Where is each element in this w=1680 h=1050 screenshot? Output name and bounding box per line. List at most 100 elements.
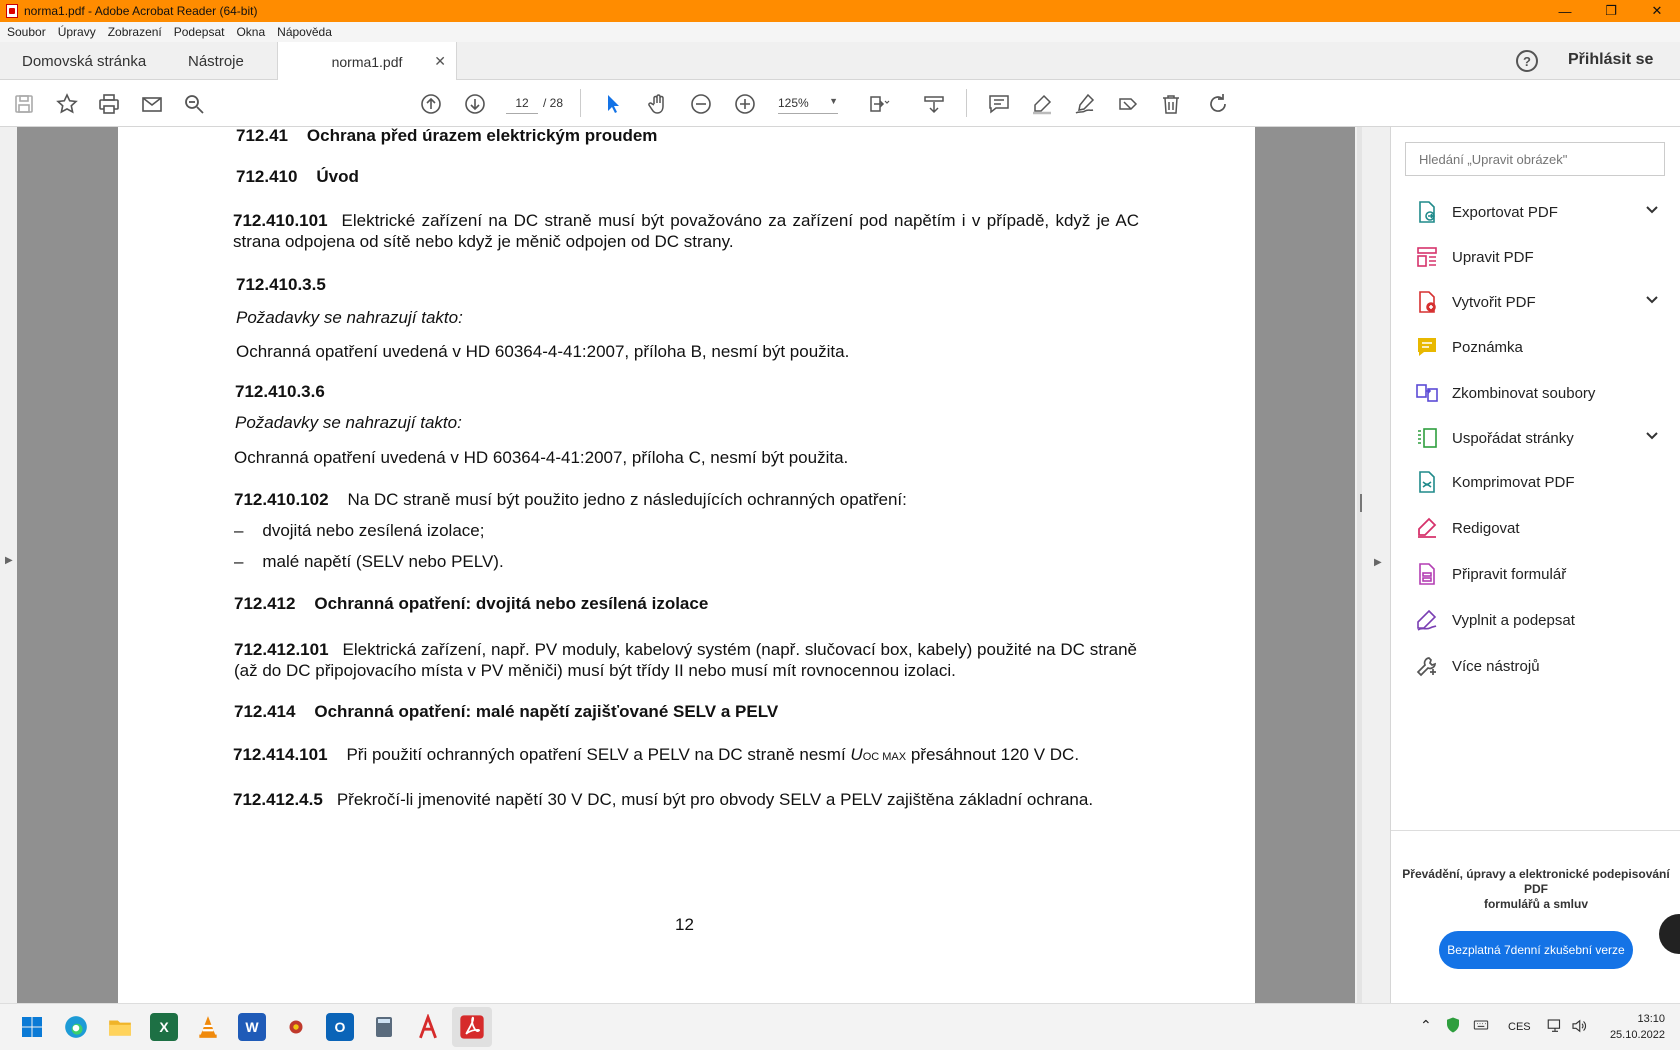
- tool-organize-pages[interactable]: Uspořádat stránky: [1415, 423, 1665, 453]
- tab-document-label: norma1.pdf: [331, 53, 403, 70]
- left-pane-toggle[interactable]: ▶: [0, 127, 17, 1003]
- collapse-panel-button[interactable]: [1659, 914, 1680, 954]
- create-pdf-icon: [1419, 291, 1436, 313]
- tab-tools[interactable]: Nástroje: [188, 42, 244, 80]
- tray-chevron-up-icon[interactable]: ⌃: [1420, 1017, 1432, 1034]
- panel-divider: [1391, 830, 1680, 831]
- tools-search-input[interactable]: [1405, 142, 1665, 176]
- security-shield-icon[interactable]: [1444, 1016, 1462, 1037]
- promo-text: Převádění, úpravy a elektronické podepis…: [1402, 867, 1670, 911]
- tool-label: Upravit PDF: [1452, 248, 1534, 266]
- outlook-icon[interactable]: O: [326, 1013, 354, 1041]
- toolbar-divider: [966, 89, 967, 117]
- maximize-button[interactable]: ❐: [1588, 0, 1634, 22]
- save-icon[interactable]: [11, 91, 37, 117]
- vertical-scrollbar[interactable]: ▶: [1355, 127, 1390, 1003]
- menu-podepsat[interactable]: Podepsat: [174, 25, 225, 39]
- star-icon[interactable]: [54, 91, 80, 117]
- highlight-icon[interactable]: [1029, 91, 1055, 117]
- select-cursor-icon[interactable]: [600, 91, 626, 117]
- help-icon[interactable]: ?: [1516, 50, 1538, 72]
- vlc-icon[interactable]: [194, 1013, 222, 1041]
- menu-napoveda[interactable]: Nápověda: [277, 25, 332, 39]
- tool-export-pdf[interactable]: Exportovat PDF: [1415, 197, 1665, 227]
- draw-icon[interactable]: [1072, 91, 1098, 117]
- menu-zobrazeni[interactable]: Zobrazení: [108, 25, 162, 39]
- hand-tool-icon[interactable]: [645, 91, 671, 117]
- page-total: / 28: [543, 96, 564, 110]
- page-fit-icon[interactable]: [866, 91, 892, 117]
- menu-okna[interactable]: Okna: [236, 25, 265, 39]
- tool-prepare-form[interactable]: Připravit formulář: [1415, 559, 1665, 589]
- windows-start-icon[interactable]: [18, 1013, 46, 1041]
- word-icon[interactable]: W: [238, 1013, 266, 1041]
- tab-bar: Domovská stránka Nástroje norma1.pdf ✕ ?…: [0, 42, 1680, 81]
- rotate-icon[interactable]: [1205, 91, 1231, 117]
- tool-label: Vyplnit a podepsat: [1452, 611, 1575, 629]
- tool-compress-pdf[interactable]: Komprimovat PDF: [1415, 467, 1665, 497]
- tool-fill-sign[interactable]: Vyplnit a podepsat: [1415, 605, 1665, 635]
- next-page-icon[interactable]: [462, 91, 488, 117]
- paragraph-712-412-101: 712.412.101 Elektrická zařízení, např. PV…: [234, 640, 1137, 680]
- excel-icon[interactable]: X: [150, 1013, 178, 1041]
- close-button[interactable]: ✕: [1634, 0, 1680, 22]
- comment-icon[interactable]: [986, 91, 1012, 117]
- chevron-down-icon[interactable]: [1645, 203, 1659, 217]
- scrollbar-grip[interactable]: [1360, 494, 1362, 512]
- zoom-select[interactable]: 125% ▼: [778, 96, 838, 114]
- chevron-down-icon[interactable]: [1645, 293, 1659, 307]
- app-gear-icon[interactable]: [282, 1013, 310, 1041]
- stamp-icon[interactable]: [1115, 91, 1141, 117]
- acrobat-icon[interactable]: [414, 1013, 442, 1041]
- tool-label: Připravit formulář: [1452, 565, 1567, 583]
- tool-create-pdf[interactable]: Vytvořit PDF: [1415, 287, 1665, 317]
- system-clock[interactable]: 13:10 25.10.2022: [1605, 1011, 1665, 1043]
- tool-label: Komprimovat PDF: [1452, 473, 1575, 491]
- chevron-down-icon[interactable]: [1645, 429, 1659, 443]
- menu-upravy[interactable]: Úpravy: [58, 25, 96, 39]
- wrench-icon: [1416, 657, 1436, 677]
- search-icon[interactable]: [181, 91, 207, 117]
- zoom-value: 125%: [778, 96, 809, 110]
- delete-icon[interactable]: [1158, 91, 1184, 117]
- print-icon[interactable]: [96, 91, 122, 117]
- email-icon[interactable]: [139, 91, 165, 117]
- acrobat-reader-active-icon[interactable]: [452, 1007, 492, 1047]
- close-tab-icon[interactable]: ✕: [434, 53, 446, 70]
- expand-right-icon[interactable]: ▶: [1374, 557, 1382, 568]
- tool-redact[interactable]: Redigovat: [1415, 513, 1665, 543]
- keyboard-icon[interactable]: [1472, 1017, 1490, 1036]
- tab-home[interactable]: Domovská stránka: [22, 42, 146, 80]
- tab-document[interactable]: norma1.pdf ✕: [277, 42, 457, 81]
- tool-comment[interactable]: Poznámka: [1415, 332, 1665, 362]
- previous-page-icon[interactable]: [418, 91, 444, 117]
- sign-in-button[interactable]: Přihlásit se: [1568, 51, 1653, 69]
- edit-pdf-icon: [1417, 247, 1437, 267]
- prepare-form-icon: [1419, 563, 1435, 585]
- tool-more-tools[interactable]: Více nástrojů: [1415, 651, 1665, 681]
- tool-edit-pdf[interactable]: Upravit PDF: [1415, 242, 1665, 272]
- scroll-mode-icon[interactable]: [921, 91, 947, 117]
- file-explorer-icon[interactable]: [106, 1013, 134, 1041]
- page-number-input[interactable]: [506, 92, 538, 114]
- language-indicator[interactable]: CES: [1508, 1021, 1531, 1033]
- minimize-button[interactable]: —: [1542, 0, 1588, 22]
- menu-soubor[interactable]: Soubor: [7, 25, 46, 39]
- heading-712-410-3-5: 712.410.3.5: [236, 275, 326, 294]
- edge-browser-icon[interactable]: [62, 1013, 90, 1041]
- volume-icon[interactable]: [1570, 1017, 1588, 1038]
- tool-label: Uspořádat stránky: [1452, 429, 1574, 447]
- comment-note-icon: [1418, 338, 1436, 356]
- expand-left-icon[interactable]: ▶: [5, 555, 13, 566]
- tool-label: Vytvořit PDF: [1452, 293, 1536, 311]
- calculator-icon[interactable]: [370, 1013, 398, 1041]
- zoom-in-icon[interactable]: [732, 91, 758, 117]
- scrollbar-track[interactable]: [1357, 127, 1362, 1003]
- text-annex-b: Ochranná opatření uvedená v HD 60364-4-4…: [236, 342, 850, 361]
- free-trial-button[interactable]: Bezplatná 7denní zkušební verze: [1439, 931, 1633, 969]
- network-icon[interactable]: [1546, 1017, 1564, 1038]
- page-number: 12: [675, 915, 694, 934]
- zoom-out-icon[interactable]: [688, 91, 714, 117]
- tool-label: Více nástrojů: [1452, 657, 1540, 675]
- tool-combine-files[interactable]: Zkombinovat soubory: [1415, 378, 1665, 408]
